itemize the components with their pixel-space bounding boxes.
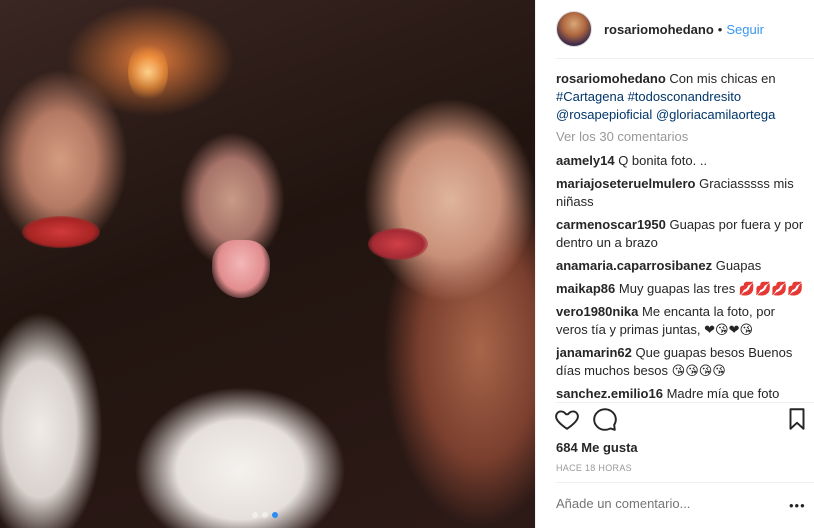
comment-username[interactable]: mariajoseteruelmulero [556, 176, 695, 191]
post-photo[interactable] [0, 0, 535, 528]
post-timestamp: HACE 18 HORAS [556, 463, 632, 473]
comment-username[interactable]: aamely14 [556, 153, 615, 168]
comment-text: Guapas [715, 258, 762, 273]
comment-divider [556, 482, 814, 483]
actions-divider [556, 402, 814, 403]
view-all-comments-link[interactable]: Ver los 30 comentarios [556, 128, 810, 146]
carousel-dot [262, 512, 268, 518]
header-divider [556, 58, 814, 59]
comment-item: vero1980nika Me encanta la foto, por ver… [556, 303, 810, 339]
more-options-button[interactable]: ••• [789, 498, 806, 513]
post-caption: rosariomohedano Con mis chicas en #Carta… [556, 70, 810, 124]
comment-item: aamely14 Q bonita foto. .. [556, 152, 810, 170]
follow-button[interactable]: Seguir [726, 22, 764, 37]
photo-detail-tongue [212, 240, 270, 298]
comment-username[interactable]: vero1980nika [556, 304, 638, 319]
comments-list[interactable]: rosariomohedano Con mis chicas en #Carta… [556, 70, 810, 400]
comment-text: Madre mía que foto [666, 386, 780, 400]
face-kiss-emoji-icon: 😘😘😘😘 [671, 363, 726, 378]
like-count[interactable]: 684 Me gusta [556, 440, 638, 455]
header-username[interactable]: rosariomohedano [604, 22, 714, 37]
comment-text: Muy guapas las tres [618, 281, 736, 296]
caption-mention[interactable]: @gloriacamilaortega [656, 107, 775, 122]
comment-item: janamarin62 Que guapas besos Buenos días… [556, 344, 810, 380]
post-actions [552, 406, 810, 436]
kiss-emoji-icon: 💋💋💋💋 [738, 281, 804, 296]
comment-item: carmenoscar1950 Guapas por fuera y por d… [556, 216, 810, 252]
speech-bubble-icon[interactable] [592, 406, 618, 432]
comment-item: sanchez.emilio16 Madre mía que foto [556, 385, 810, 400]
add-comment-input[interactable] [556, 496, 786, 511]
background-light [128, 42, 168, 102]
photo-detail-smile [22, 216, 100, 248]
caption-username[interactable]: rosariomohedano [556, 71, 666, 86]
comment-item: maikap86 Muy guapas las tres 💋💋💋💋 [556, 280, 810, 298]
caption-hashtag[interactable]: #Cartagena [556, 89, 624, 104]
caption-hashtag[interactable]: #todosconandresito [628, 89, 741, 104]
post-side-panel: rosariomohedano • Seguir rosariomohedano… [535, 0, 814, 528]
caption-text: Con mis chicas en [669, 71, 776, 86]
comment-username[interactable]: carmenoscar1950 [556, 217, 666, 232]
carousel-dot [252, 512, 258, 518]
avatar[interactable] [556, 11, 592, 47]
comment-text: Q bonita foto. .. [618, 153, 708, 168]
header-separator: • [717, 21, 723, 37]
carousel-dot-active [272, 512, 278, 518]
comment-item: anamaria.caparrosibanez Guapas [556, 257, 810, 275]
carousel-indicator [252, 512, 278, 518]
post-header: rosariomohedano • Seguir [556, 10, 764, 48]
heart-kiss-emoji-icon: ❤😘❤😘 [704, 322, 754, 337]
comment-username[interactable]: sanchez.emilio16 [556, 386, 663, 400]
comment-item: mariajoseteruelmulero Graciasssss mis ni… [556, 175, 810, 211]
photo-detail-kiss [368, 228, 428, 260]
comment-username[interactable]: maikap86 [556, 281, 615, 296]
comment-username[interactable]: anamaria.caparrosibanez [556, 258, 712, 273]
comment-username[interactable]: janamarin62 [556, 345, 632, 360]
caption-mention[interactable]: @rosapepioficial [556, 107, 652, 122]
heart-icon[interactable] [554, 406, 580, 432]
bookmark-icon[interactable] [784, 406, 810, 432]
